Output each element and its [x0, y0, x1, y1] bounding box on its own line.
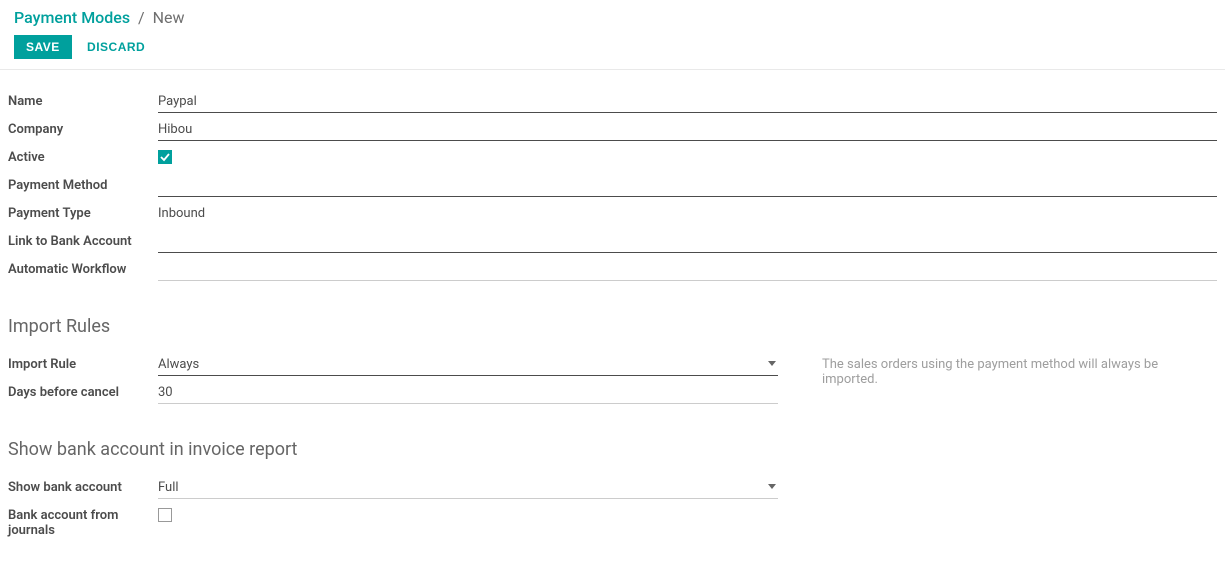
label-payment-type: Payment Type	[8, 202, 158, 221]
row-payment-type: Payment Type Inbound	[8, 202, 1217, 230]
row-link-bank-account: Link to Bank Account	[8, 230, 1217, 258]
import-rule-value: Always	[158, 353, 778, 375]
form-sheet: Name Company Active Payment Method Payme…	[0, 70, 1225, 548]
label-name: Name	[8, 90, 158, 109]
label-company: Company	[8, 118, 158, 137]
breadcrumb-separator: /	[134, 8, 149, 27]
row-active: Active	[8, 146, 1217, 174]
row-import-rule: Import Rule Always	[8, 353, 778, 381]
label-active: Active	[8, 146, 158, 165]
row-company: Company	[8, 118, 1217, 146]
bank-account-from-journals-checkbox[interactable]	[158, 508, 172, 522]
section-import-rules: Import Rules	[8, 316, 1217, 337]
label-link-bank-account: Link to Bank Account	[8, 230, 158, 249]
label-days-before-cancel: Days before cancel	[8, 381, 158, 400]
label-automatic-workflow: Automatic Workflow	[8, 258, 158, 277]
row-days-before-cancel: Days before cancel	[8, 381, 778, 409]
label-import-rule: Import Rule	[8, 353, 158, 372]
label-payment-method: Payment Method	[8, 174, 158, 193]
button-bar: SAVE DISCARD	[0, 29, 1225, 70]
active-checkbox[interactable]	[158, 150, 172, 164]
breadcrumb-leaf: New	[153, 8, 185, 27]
row-payment-method: Payment Method	[8, 174, 1217, 202]
discard-button[interactable]: DISCARD	[75, 35, 157, 59]
row-name: Name	[8, 90, 1217, 118]
section-show-bank: Show bank account in invoice report	[8, 439, 1217, 460]
import-rule-select[interactable]: Always	[158, 353, 778, 376]
breadcrumb: Payment Modes / New	[0, 0, 1225, 29]
name-input[interactable]	[158, 90, 1217, 113]
row-automatic-workflow: Automatic Workflow	[8, 258, 1217, 286]
label-show-bank-account: Show bank account	[8, 476, 158, 495]
company-input[interactable]	[158, 118, 1217, 141]
check-icon	[160, 152, 170, 162]
label-bank-account-from-journals: Bank account from journals	[8, 504, 158, 538]
show-bank-account-value: Full	[158, 476, 778, 498]
row-show-bank-account: Show bank account Full	[8, 476, 1217, 504]
import-rule-helper: The sales orders using the payment metho…	[822, 357, 1217, 387]
breadcrumb-root[interactable]: Payment Modes	[14, 8, 130, 27]
link-bank-account-input[interactable]	[158, 230, 1217, 253]
row-bank-account-from-journals: Bank account from journals	[8, 504, 1217, 538]
save-button[interactable]: SAVE	[14, 35, 72, 59]
days-before-cancel-input[interactable]	[158, 381, 778, 404]
show-bank-account-select[interactable]: Full	[158, 476, 778, 499]
payment-method-input[interactable]	[158, 174, 1217, 197]
payment-type-value: Inbound	[158, 202, 1217, 224]
automatic-workflow-input[interactable]	[158, 258, 1217, 281]
